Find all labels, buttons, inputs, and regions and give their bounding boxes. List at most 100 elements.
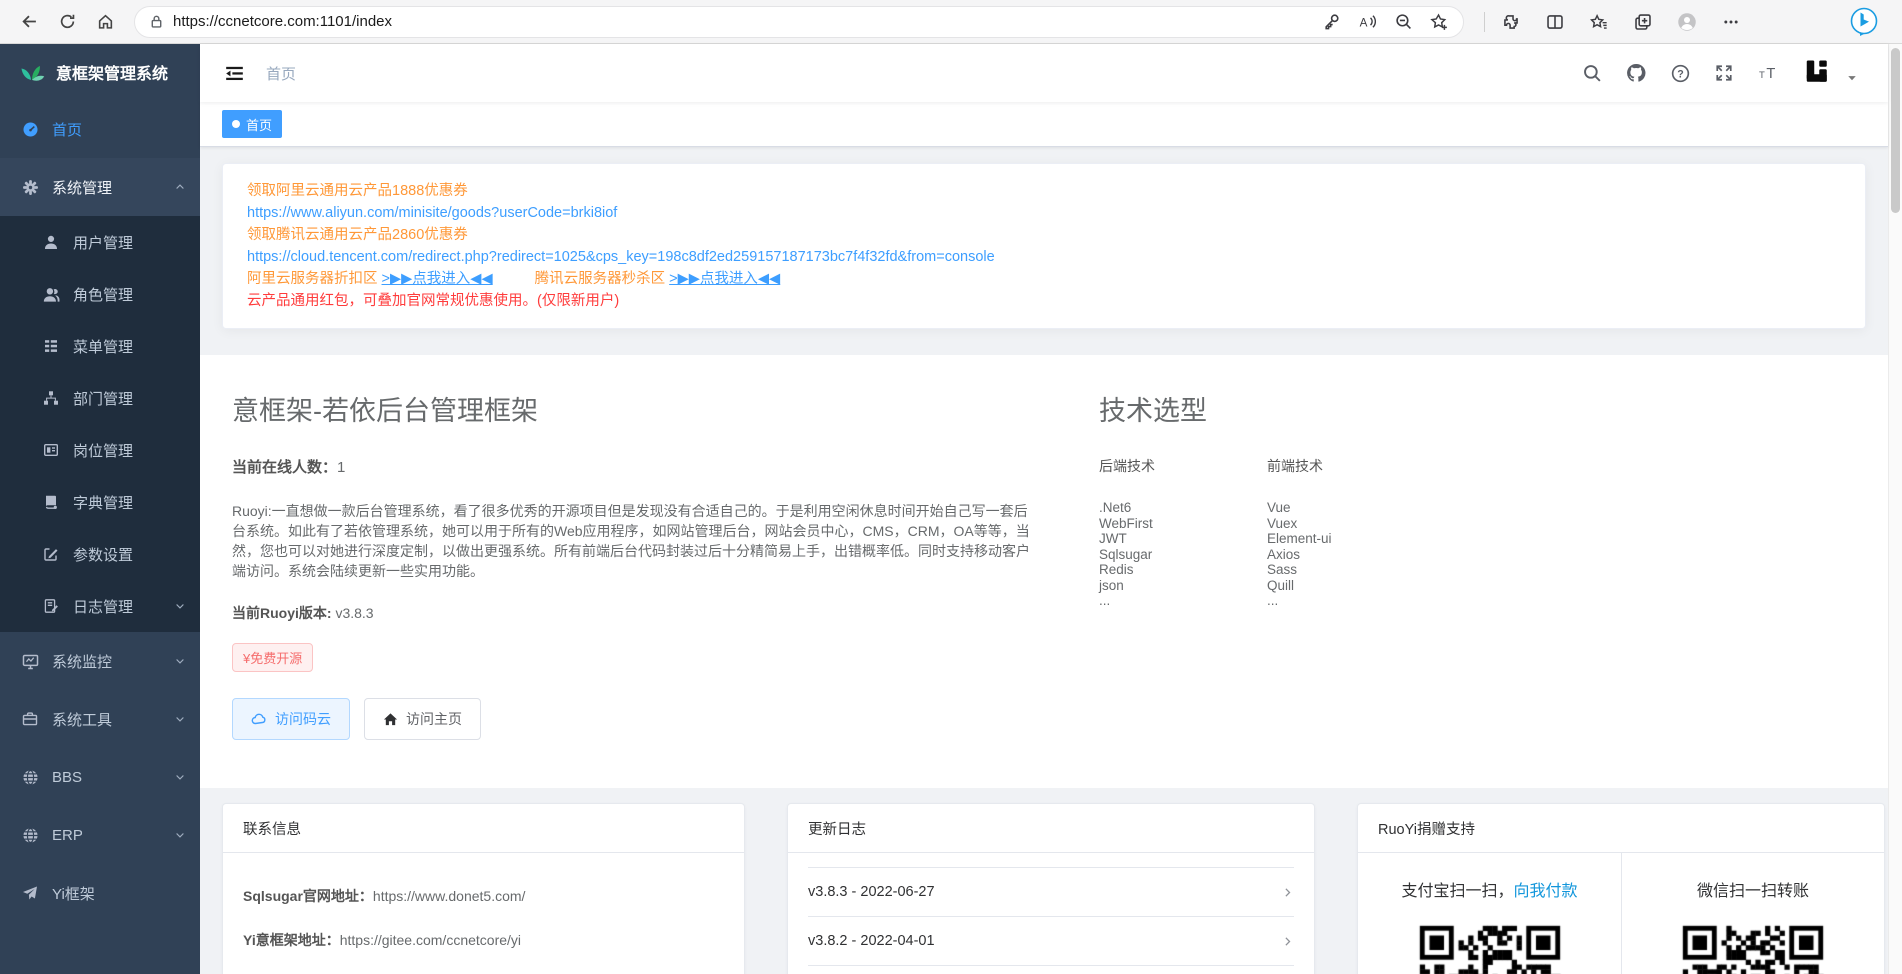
online-count-value: 1	[337, 459, 345, 476]
page-title: 意框架-若依后台管理框架	[232, 389, 1037, 428]
sidebar-item-logs[interactable]: 日志管理	[0, 580, 200, 632]
badge-icon	[43, 442, 61, 458]
notice-enter-link[interactable]: >▶▶点我进入◀◀	[382, 271, 493, 287]
cards-row: 联系信息 Sqlsugar官网地址：https://www.donet5.com…	[222, 803, 1866, 974]
changelog-item[interactable]: v3.8.3 - 2022-06-27	[808, 868, 1294, 917]
contact-card: 联系信息 Sqlsugar官网地址：https://www.donet5.com…	[222, 803, 745, 974]
sidebar-item-menus[interactable]: 菜单管理	[0, 320, 200, 372]
fullscreen-icon[interactable]	[1715, 64, 1733, 82]
sidebar-item-dict[interactable]: 字典管理	[0, 476, 200, 528]
wechat-panel: 微信扫一扫转账	[1621, 853, 1884, 974]
tech-item: Redis	[1099, 562, 1155, 578]
zoom-out-icon[interactable]	[1385, 8, 1421, 36]
sidebar-item-bbs[interactable]: BBS	[0, 748, 200, 806]
browser-refresh-button[interactable]	[48, 5, 86, 39]
version-label: 当前Ruoyi版本:	[232, 605, 332, 621]
collections-icon[interactable]	[1621, 5, 1665, 39]
chevron-up-icon	[174, 181, 186, 193]
chevron-down-icon[interactable]	[1846, 72, 1858, 84]
notice-line: 阿里云服务器折扣区 >▶▶点我进入◀◀腾讯云服务器秒杀区 >▶▶点我进入◀◀	[247, 269, 1841, 289]
users-icon	[43, 286, 61, 303]
visit-home-button[interactable]: 访问主页	[364, 698, 481, 740]
sidebar-item-label: 字典管理	[73, 492, 133, 513]
sidebar-item-system[interactable]: 系统管理	[0, 158, 200, 216]
browser-back-button[interactable]	[10, 5, 48, 39]
scrollbar-thumb[interactable]	[1891, 48, 1900, 213]
svg-text:T: T	[1759, 70, 1765, 81]
sidebar-item-erp[interactable]: ERP	[0, 806, 200, 864]
sidebar-item-tools[interactable]: 系统工具	[0, 690, 200, 748]
donate-card-title: RuoYi捐赠支持	[1358, 804, 1884, 853]
github-icon[interactable]	[1626, 63, 1646, 83]
tech-item: Vuex	[1267, 516, 1332, 532]
favorites-icon[interactable]	[1577, 5, 1621, 39]
read-aloud-icon[interactable]: A	[1349, 8, 1385, 36]
notice-url-link[interactable]: https://cloud.tencent.com/redirect.php?r…	[247, 249, 995, 265]
app-window: 意框架管理系统 首页系统管理用户管理角色管理菜单管理部门管理岗位管理字典管理参数…	[0, 44, 1888, 974]
sidebar-item-params[interactable]: 参数设置	[0, 528, 200, 580]
tech-item: JWT	[1099, 531, 1155, 547]
online-count-row: 当前在线人数：1	[232, 456, 1037, 477]
sidebar-item-label: 系统管理	[52, 177, 112, 198]
question-icon[interactable]: ?	[1671, 64, 1690, 83]
sidebar-item-posts[interactable]: 岗位管理	[0, 424, 200, 476]
tech-title: 技术选型	[1099, 389, 1332, 428]
tag-home[interactable]: 首页	[222, 110, 282, 138]
favorite-add-icon[interactable]	[1421, 8, 1457, 36]
sidebar-fold-icon[interactable]	[225, 64, 244, 83]
browser-actions	[1480, 5, 1892, 39]
sidebar-item-roles[interactable]: 角色管理	[0, 268, 200, 320]
notice-enter-link[interactable]: >▶▶点我进入◀◀	[669, 271, 780, 287]
sidebar-item-label: Yi框架	[52, 883, 95, 904]
notice-url-link[interactable]: https://www.aliyun.com/minisite/goods?us…	[247, 205, 617, 221]
search-icon[interactable]	[1583, 64, 1601, 82]
changelog-list: v3.8.3 - 2022-06-27 v3.8.2 - 2022-04-01v3…	[808, 867, 1294, 974]
visit-home-label: 访问主页	[406, 709, 462, 729]
pay-me-link[interactable]: 向我付款	[1514, 883, 1578, 900]
notice-segment: 腾讯云服务器秒杀区	[535, 271, 670, 287]
changelog-card-title: 更新日志	[788, 804, 1314, 853]
visit-gitee-button[interactable]: 访问码云	[232, 698, 350, 740]
notice-line: https://www.aliyun.com/minisite/goods?us…	[247, 203, 1841, 223]
changelog-item[interactable]: v3.8.1 - 2022-01-01	[808, 966, 1294, 974]
sidebar-item-monitor[interactable]: 系统监控	[0, 632, 200, 690]
sidebar-item-depts[interactable]: 部门管理	[0, 372, 200, 424]
send-icon	[22, 885, 40, 901]
qr-code-wechat	[1678, 921, 1828, 974]
browser-home-button[interactable]	[86, 5, 124, 39]
sidebar-item-home[interactable]: 首页	[0, 100, 200, 158]
sidebar-item-yi[interactable]: Yi框架	[0, 864, 200, 922]
notice-line: 领取阿里云通用云产品1888优惠券	[247, 181, 1841, 201]
sidebar-item-label: 菜单管理	[73, 336, 133, 357]
page-scrollbar[interactable]	[1888, 44, 1902, 974]
sidebar-item-users[interactable]: 用户管理	[0, 216, 200, 268]
changelog-item[interactable]: v3.8.2 - 2022-04-01	[808, 917, 1294, 966]
profile-icon[interactable]	[1665, 5, 1709, 39]
visit-gitee-label: 访问码云	[275, 709, 331, 729]
more-icon[interactable]	[1709, 5, 1753, 39]
tech-item: Sass	[1267, 562, 1332, 578]
address-bar[interactable]: https://ccnetcore.com:1101/index A	[134, 6, 1464, 38]
lock-icon	[149, 14, 164, 29]
extensions-icon[interactable]	[1489, 5, 1533, 39]
bing-icon[interactable]	[1842, 5, 1886, 39]
toolbox-icon	[22, 711, 40, 727]
split-screen-icon[interactable]	[1533, 5, 1577, 39]
sidebar-item-label: 参数设置	[73, 544, 133, 565]
sidebar-item-label: 首页	[52, 119, 82, 140]
chevron-down-icon	[174, 655, 186, 667]
changelog-item-label: v3.8.3 - 2022-06-27	[808, 884, 935, 900]
contact-label: Yi意框架地址：	[243, 932, 340, 948]
url-text[interactable]: https://ccnetcore.com:1101/index	[173, 13, 1313, 30]
app-logo[interactable]: 意框架管理系统	[0, 44, 200, 100]
contact-rows: Sqlsugar官网地址：https://www.donet5.com/Yi意框…	[223, 853, 744, 974]
chevron-right-icon	[1281, 935, 1294, 948]
font-size-icon[interactable]: TT	[1758, 64, 1778, 82]
tech-item: Quill	[1267, 578, 1332, 594]
dictionary-icon	[43, 494, 61, 510]
breadcrumb[interactable]: 首页	[266, 63, 296, 84]
user-logo-avatar[interactable]	[1803, 58, 1833, 88]
key-icon[interactable]	[1313, 8, 1349, 36]
wechat-title: 微信扫一扫转账	[1697, 877, 1809, 901]
top-navbar: 首页 ? TT	[200, 44, 1888, 102]
